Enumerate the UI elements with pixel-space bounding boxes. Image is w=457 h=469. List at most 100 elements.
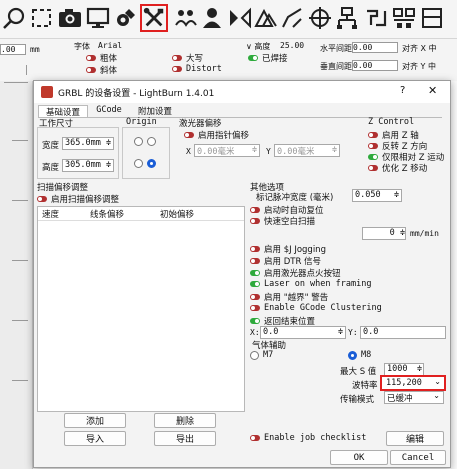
crosshair-icon[interactable] (306, 4, 334, 32)
laser-framing-toggle[interactable]: Laser on when framing (250, 279, 371, 289)
device-settings-dialog: GRBL 的设备设置 - LightBurn 1.4.01 ? ✕ 基础设置 G… (33, 80, 451, 468)
font-value[interactable]: Arial (98, 41, 122, 50)
help-button[interactable]: ? (400, 85, 405, 96)
origin-bottom-right-radio[interactable] (147, 159, 156, 168)
node-icon[interactable] (334, 4, 362, 32)
fire-button-toggle[interactable]: 启用激光器点火按钮 (250, 267, 341, 279)
vspace-label: 垂直间距 (320, 62, 352, 71)
gcode-clustering-toggle[interactable]: Enable GCode Clustering (250, 303, 382, 313)
vertical-ruler (0, 80, 33, 469)
edit-path-icon[interactable] (278, 4, 306, 32)
offset-x-label: X (186, 147, 191, 156)
left-value-field[interactable]: .00 (0, 44, 26, 55)
person-icon[interactable] (198, 4, 226, 32)
more-icon[interactable] (418, 4, 446, 32)
select-frame-icon[interactable] (28, 4, 56, 32)
align-icon[interactable] (390, 4, 418, 32)
baud-rate-dropdown[interactable]: 115,200 ⌄ (380, 375, 446, 391)
italic-toggle[interactable]: 斜体 (86, 64, 117, 76)
max-s-label: 最大 S 值 (340, 367, 377, 377)
enable-pointer-offset-toggle[interactable]: 启用指针偏移 (184, 129, 249, 141)
mirror-icon[interactable] (226, 4, 254, 32)
lightburn-logo-icon (41, 86, 53, 98)
height-spinner[interactable]: 305.0mm ≑ (62, 159, 114, 172)
header-line-offset: 线条偏移 (90, 210, 125, 220)
dialog-title: GRBL 的设备设置 - LightBurn 1.4.01 (58, 89, 215, 99)
hspace-field[interactable]: 0.00 (352, 42, 398, 53)
combine-icon[interactable] (362, 4, 390, 32)
transfer-mode-label: 传输模式 (340, 395, 375, 405)
width-spinner[interactable]: 365.0mm ≑ (62, 137, 114, 150)
m7-radio[interactable]: M7 (250, 350, 273, 360)
laser-offset-title: 激光器偏移 (179, 119, 222, 129)
height-value[interactable]: 25.00 (280, 41, 304, 50)
width-label: 宽度 (42, 141, 60, 151)
cancel-button[interactable]: Cancel (390, 450, 446, 465)
ok-button[interactable]: OK (330, 450, 388, 465)
upper-toggle[interactable]: 大写 (172, 52, 203, 64)
enable-scan-offset-toggle[interactable]: 启用扫描偏移调整 (37, 193, 119, 205)
hspace-label: 水平间距 (320, 44, 352, 53)
finish-x-spinner[interactable]: 0.0 ≑ (260, 326, 346, 339)
camera-icon[interactable] (56, 4, 84, 32)
tab-extra[interactable]: 附加设置 (132, 105, 178, 117)
job-checklist-toggle[interactable]: Enable job checklist (250, 433, 366, 443)
m8-radio[interactable]: M8 (348, 350, 371, 360)
offset-y-spinner[interactable]: 0.00毫米 ≑ (274, 144, 340, 157)
edit-button[interactable]: 编辑 (386, 431, 444, 446)
text-toolbar: .00 mm 字体 Arial 粗体 斜体 大写 Distort ∨ 高度 25… (0, 38, 457, 81)
origin-bottom-left-radio[interactable] (134, 159, 143, 168)
gear-edit-icon[interactable] (112, 4, 140, 32)
finish-y-spinner[interactable]: 0.0 (360, 326, 446, 339)
height-label: ∨ 高度 (246, 42, 271, 51)
align-x[interactable]: 对齐 X 中 (402, 43, 437, 54)
origin-top-right-radio[interactable] (147, 137, 156, 146)
origin-title: Origin (126, 117, 157, 127)
welded-toggle[interactable]: 已焊接 (248, 52, 288, 64)
finish-x-label: X: (250, 328, 260, 337)
divider (26, 65, 27, 75)
align-y[interactable]: 对齐 Y 中 (402, 61, 436, 72)
offset-x-spinner[interactable]: 0.00毫米 ≑ (194, 144, 260, 157)
origin-group (122, 127, 170, 179)
monitor-icon[interactable] (84, 4, 112, 32)
finish-y-label: Y: (348, 328, 358, 337)
origin-top-left-radio[interactable] (134, 137, 143, 146)
main-toolbar (0, 0, 457, 38)
out-of-bounds-toggle[interactable]: 启用 "越界" 警告 (250, 291, 328, 303)
group-icon[interactable] (172, 4, 200, 32)
close-button[interactable]: ✕ (428, 84, 437, 97)
pulse-width-spinner[interactable]: 0.050 ≑ (352, 189, 402, 202)
vspace-field[interactable]: 0.00 (352, 60, 398, 71)
header-initial-offset: 初始偏移 (160, 210, 195, 220)
delete-button[interactable]: 删除 (154, 413, 216, 428)
tab-gcode[interactable]: GCode (88, 105, 130, 117)
jogging-toggle[interactable]: 启用 $J Jogging (250, 243, 326, 255)
pulse-width-label: 标记脉冲宽度 (毫米) (256, 193, 334, 203)
fast-whitespace-toggle[interactable]: 快速空白扫描 (250, 215, 315, 227)
array-icon[interactable] (252, 4, 280, 32)
font-label: 字体 (74, 42, 90, 51)
import-button[interactable]: 导入 (64, 431, 126, 446)
baud-label: 波特率 (352, 381, 378, 391)
tools-icon[interactable] (140, 4, 168, 32)
chevron-down-icon: ⌄ (434, 377, 441, 386)
scan-offset-table[interactable]: 速度 线条偏移 初始偏移 (37, 206, 245, 412)
search-icon[interactable] (0, 4, 28, 32)
speed-unit: mm/min (410, 229, 439, 238)
export-button[interactable]: 导出 (154, 431, 216, 446)
transfer-mode-dropdown[interactable]: 已缓冲 ⌄ (384, 391, 444, 404)
add-button[interactable]: 添加 (64, 413, 126, 428)
optimize-z-toggle[interactable]: 优化 Z 移动 (368, 162, 427, 174)
height-label: 高度 (42, 163, 60, 173)
bold-toggle[interactable]: 粗体 (86, 52, 117, 64)
fast-scan-speed-spinner[interactable]: 0 ≑ (362, 227, 406, 240)
zcontrol-title: Z Control (368, 117, 415, 127)
table-header: 速度 线条偏移 初始偏移 (38, 207, 244, 221)
dialog-titlebar: GRBL 的设备设置 - LightBurn 1.4.01 ? ✕ (34, 81, 450, 103)
scan-offset-title: 扫描偏移调整 (37, 183, 89, 193)
left-unit: mm (30, 45, 40, 54)
dtr-toggle[interactable]: 启用 DTR 信号 (250, 255, 321, 267)
offset-y-label: Y (266, 147, 271, 156)
distort-toggle[interactable]: Distort (172, 64, 222, 74)
